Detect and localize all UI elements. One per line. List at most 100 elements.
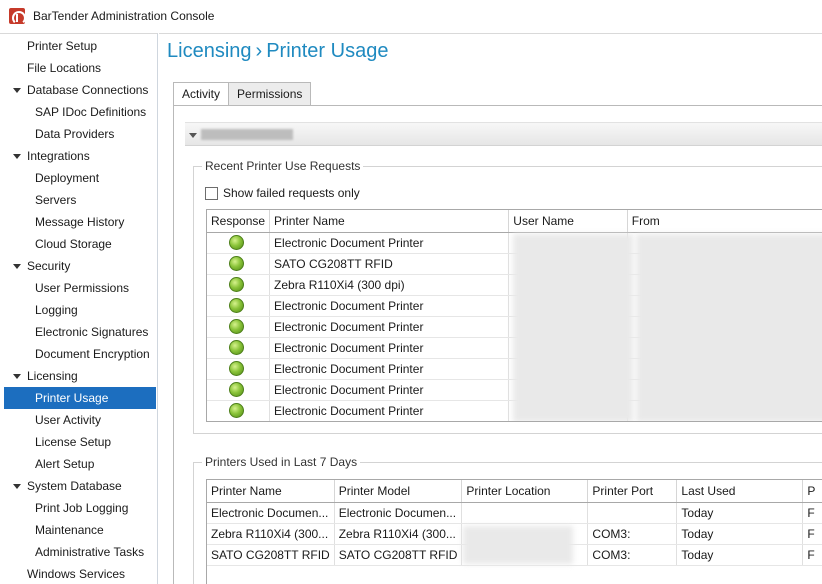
sidebar-item-data-providers[interactable]: Data Providers (4, 123, 156, 145)
sidebar-item-licensing[interactable]: Licensing (4, 365, 156, 387)
sidebar-item-printer-usage[interactable]: Printer Usage (4, 387, 156, 409)
breadcrumb-parent[interactable]: Licensing (167, 40, 252, 62)
column-header-printer-name[interactable]: Printer Name (207, 480, 335, 503)
sidebar-item-maintenance[interactable]: Maintenance (4, 519, 156, 541)
sidebar-item-integrations[interactable]: Integrations (4, 145, 156, 167)
breadcrumb-current: Printer Usage (266, 40, 389, 62)
main-panel: Licensing › Printer Usage Activity Permiss… (159, 33, 822, 584)
column-header-from[interactable]: From (627, 210, 822, 233)
printer-name-cell: Electronic Document Printer (269, 295, 510, 317)
page-title: Licensing › Printer Usage (167, 40, 388, 63)
printer-name-cell: Electronic Document Printer (269, 400, 510, 421)
printers-used-group: Printers Used in Last 7 Days Printer Nam… (193, 455, 822, 584)
sidebar-item-file-locations[interactable]: File Locations (4, 57, 156, 79)
success-status-icon (229, 319, 244, 335)
sidebar-item-license-setup[interactable]: License Setup (4, 431, 156, 453)
printer-model-cell: SATO CG208TT RFID (334, 544, 463, 566)
printer-name-cell: Electronic Document Printer (269, 316, 510, 338)
recent-requests-group: Recent Printer Use Requests Show failed … (193, 159, 822, 434)
expand-caret-icon[interactable] (13, 374, 21, 379)
printer-port-cell: COM3: (587, 523, 678, 545)
printer-name-cell: Zebra R110Xi4 (300 dpi) (269, 274, 510, 296)
filter-bar-redacted-text (201, 129, 293, 140)
response-cell (207, 379, 271, 401)
column-header-last-used[interactable]: Last Used (676, 480, 804, 503)
column-header-response[interactable]: Response (207, 210, 271, 233)
printer-name-cell: SATO CG208TT RFID (269, 253, 510, 275)
sidebar-item-printer-setup[interactable]: Printer Setup (4, 35, 156, 57)
sidebar-item-label: Printer Usage (35, 391, 109, 405)
sidebar-item-document-encryption[interactable]: Document Encryption (4, 343, 156, 365)
sidebar-item-label: Cloud Storage (35, 237, 112, 251)
printer-name-cell: Zebra R110Xi4 (300... (207, 523, 335, 545)
printers-used-grid[interactable]: Printer Name Printer Model Printer Locat… (206, 479, 822, 584)
extra-cell: F (802, 544, 822, 566)
tab-permissions[interactable]: Permissions (228, 82, 312, 106)
sidebar-item-cloud-storage[interactable]: Cloud Storage (4, 233, 156, 255)
column-header-extra[interactable]: P (802, 480, 822, 503)
sidebar-item-label: Data Providers (35, 127, 115, 141)
response-cell (207, 253, 271, 275)
column-header-user-name[interactable]: User Name (508, 210, 628, 233)
sidebar-item-user-permissions[interactable]: User Permissions (4, 277, 156, 299)
activity-tab-panel: Recent Printer Use Requests Show failed … (173, 105, 822, 584)
expand-caret-icon[interactable] (13, 264, 21, 269)
sidebar-item-label: Servers (35, 193, 77, 207)
response-cell (207, 232, 271, 254)
sidebar-nav-tree[interactable]: Printer Setup File Locations Database Conn… (0, 33, 158, 584)
sidebar-item-label: Message History (35, 215, 125, 229)
table-row[interactable]: Electronic Documen... Electronic Documen.… (207, 502, 822, 524)
breadcrumb-separator: › (255, 40, 263, 62)
show-failed-checkbox[interactable] (205, 186, 218, 200)
expand-caret-icon[interactable] (13, 484, 21, 489)
printer-model-cell: Zebra R110Xi4 (300... (334, 523, 463, 545)
sidebar-item-user-activity[interactable]: User Activity (4, 409, 156, 431)
sidebar-item-servers[interactable]: Servers (4, 189, 156, 211)
sidebar-item-label: Deployment (35, 171, 100, 185)
sidebar-item-label: Alert Setup (35, 457, 95, 471)
column-header-printer-location[interactable]: Printer Location (461, 480, 589, 503)
success-status-icon (229, 403, 244, 419)
sidebar-item-system-database[interactable]: System Database (4, 475, 156, 497)
sidebar-item-administrative-tasks[interactable]: Administrative Tasks (4, 541, 156, 563)
sidebar-item-security[interactable]: Security (4, 255, 156, 277)
expand-caret-icon[interactable] (13, 88, 21, 93)
recent-requests-header-row: Response Printer Name User Name From (207, 210, 822, 233)
sidebar-item-label: Licensing (27, 369, 78, 383)
sidebar-item-label: Security (27, 259, 71, 273)
printer-name-cell: Electronic Document Printer (269, 358, 510, 380)
printers-used-title: Printers Used in Last 7 Days (202, 455, 361, 469)
sidebar-item-electronic-signatures[interactable]: Electronic Signatures (4, 321, 156, 343)
column-header-printer-port[interactable]: Printer Port (587, 480, 678, 503)
sidebar-item-database-connections[interactable]: Database Connections (4, 79, 156, 101)
sidebar-item-label: Printer Setup (27, 39, 98, 53)
tab-strip: Activity Permissions (173, 82, 312, 108)
show-failed-label[interactable]: Show failed requests only (223, 186, 360, 200)
bartender-app-icon (9, 8, 26, 25)
sidebar-item-sap-idoc-definitions[interactable]: SAP IDoc Definitions (4, 101, 156, 123)
success-status-icon (229, 277, 244, 293)
filter-bar[interactable] (185, 122, 822, 146)
recent-requests-grid[interactable]: Response Printer Name User Name From Ele… (206, 209, 822, 422)
sidebar-item-label: Integrations (27, 149, 90, 163)
sidebar-item-message-history[interactable]: Message History (4, 211, 156, 233)
column-header-printer-name[interactable]: Printer Name (269, 210, 510, 233)
show-failed-toggle[interactable]: Show failed requests only (205, 186, 360, 200)
sidebar-item-print-job-logging[interactable]: Print Job Logging (4, 497, 156, 519)
sidebar-item-alert-setup[interactable]: Alert Setup (4, 453, 156, 475)
sidebar-item-label: User Permissions (35, 281, 130, 295)
sidebar-item-windows-services[interactable]: Windows Services (4, 563, 156, 584)
sidebar-item-label: Electronic Signatures (35, 325, 149, 339)
sidebar-item-label: SAP IDoc Definitions (35, 105, 147, 119)
printer-location-cell (461, 502, 589, 524)
response-cell (207, 337, 271, 359)
response-cell (207, 358, 271, 380)
sidebar-item-label: File Locations (27, 61, 102, 75)
expand-caret-icon[interactable] (13, 154, 21, 159)
column-header-printer-model[interactable]: Printer Model (334, 480, 463, 503)
printer-port-cell: COM3: (587, 544, 678, 566)
sidebar-item-logging[interactable]: Logging (4, 299, 156, 321)
printer-port-cell (587, 502, 678, 524)
sidebar-item-deployment[interactable]: Deployment (4, 167, 156, 189)
expand-chevron-icon[interactable] (189, 133, 197, 138)
